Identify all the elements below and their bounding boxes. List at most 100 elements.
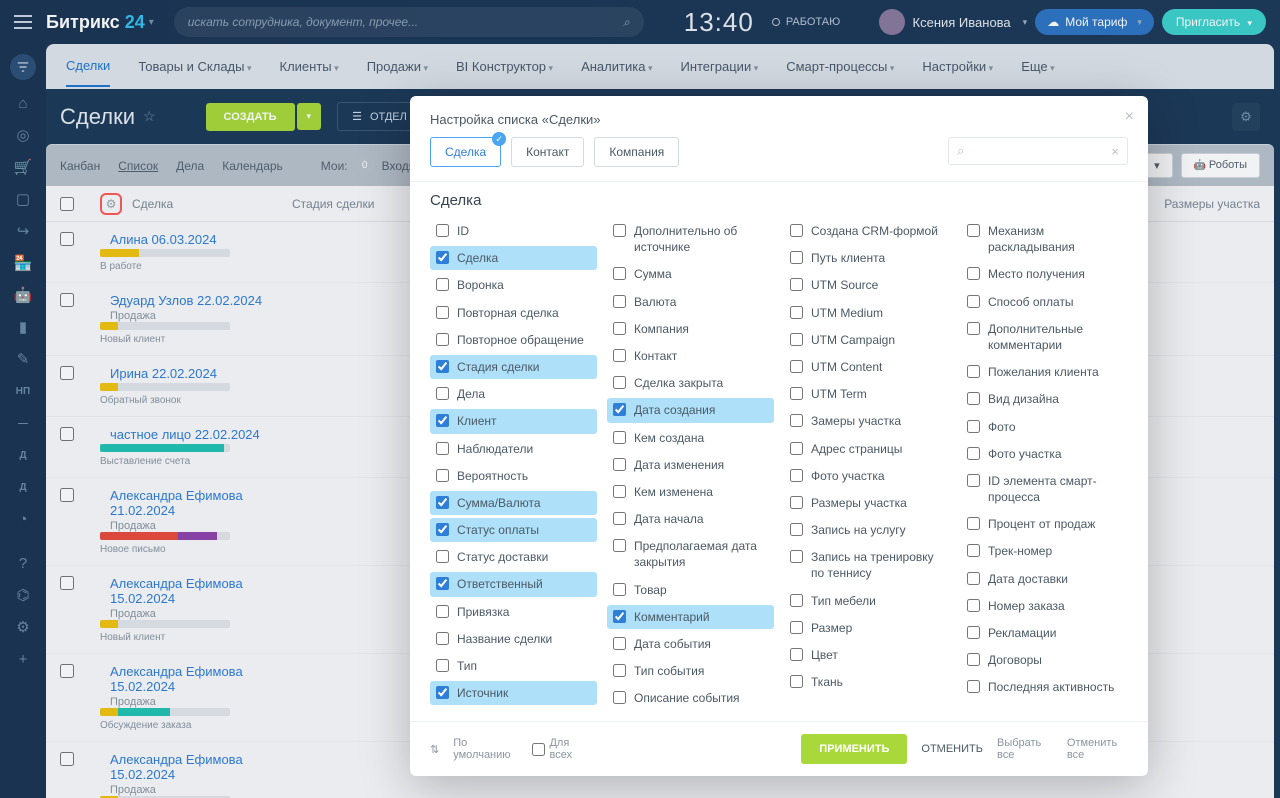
field-option[interactable]: Вероятность: [430, 464, 597, 488]
field-option[interactable]: Создана CRM-формой: [784, 219, 951, 243]
field-checkbox[interactable]: [436, 686, 449, 699]
field-checkbox[interactable]: [967, 392, 980, 405]
field-option[interactable]: Дополнительно об источнике: [607, 219, 774, 259]
field-option[interactable]: Привязка: [430, 600, 597, 624]
field-option[interactable]: Запись на услугу: [784, 518, 951, 542]
field-option[interactable]: Тип события: [607, 659, 774, 683]
field-option[interactable]: Кем изменена: [607, 480, 774, 504]
field-option[interactable]: ID: [430, 219, 597, 243]
field-checkbox[interactable]: [613, 349, 626, 362]
field-option[interactable]: Товар: [607, 578, 774, 602]
apply-button[interactable]: ПРИМЕНИТЬ: [801, 734, 907, 764]
field-checkbox[interactable]: [967, 544, 980, 557]
field-checkbox[interactable]: [967, 365, 980, 378]
field-checkbox[interactable]: [790, 387, 803, 400]
field-option[interactable]: Статус оплаты: [430, 518, 597, 542]
field-option[interactable]: Ответственный: [430, 572, 597, 596]
field-checkbox[interactable]: [790, 442, 803, 455]
field-checkbox[interactable]: [436, 550, 449, 563]
clear-icon[interactable]: ×: [1111, 144, 1119, 159]
field-option[interactable]: Трек-номер: [961, 539, 1128, 563]
field-option[interactable]: Повторная сделка: [430, 301, 597, 325]
field-checkbox[interactable]: [790, 621, 803, 634]
field-option[interactable]: Замеры участка: [784, 409, 951, 433]
field-checkbox[interactable]: [436, 659, 449, 672]
select-all-link[interactable]: Выбрать все: [997, 737, 1053, 761]
field-checkbox[interactable]: [967, 420, 980, 433]
field-option[interactable]: Фото участка: [784, 464, 951, 488]
field-checkbox[interactable]: [436, 523, 449, 536]
field-option[interactable]: Способ оплаты: [961, 290, 1128, 314]
field-checkbox[interactable]: [967, 517, 980, 530]
field-checkbox[interactable]: [790, 224, 803, 237]
field-option[interactable]: Кем создана: [607, 426, 774, 450]
field-checkbox[interactable]: [790, 251, 803, 264]
field-option[interactable]: Источник: [430, 681, 597, 705]
default-link[interactable]: По умолчанию: [453, 737, 518, 761]
field-option[interactable]: Повторное обращение: [430, 328, 597, 352]
field-checkbox[interactable]: [613, 295, 626, 308]
field-option[interactable]: Дела: [430, 382, 597, 406]
field-checkbox[interactable]: [436, 442, 449, 455]
field-checkbox[interactable]: [436, 306, 449, 319]
field-checkbox[interactable]: [613, 512, 626, 525]
field-checkbox[interactable]: [790, 306, 803, 319]
field-option[interactable]: Сделка закрыта: [607, 371, 774, 395]
modal-tab[interactable]: Контакт: [511, 137, 584, 167]
field-checkbox[interactable]: [436, 224, 449, 237]
field-checkbox[interactable]: [436, 414, 449, 427]
field-option[interactable]: UTM Source: [784, 273, 951, 297]
field-checkbox[interactable]: [790, 333, 803, 346]
field-option[interactable]: Размер: [784, 616, 951, 640]
field-checkbox[interactable]: [790, 523, 803, 536]
field-option[interactable]: Цвет: [784, 643, 951, 667]
field-checkbox[interactable]: [790, 360, 803, 373]
field-checkbox[interactable]: [967, 474, 980, 487]
field-option[interactable]: Компания: [607, 317, 774, 341]
field-checkbox[interactable]: [613, 583, 626, 596]
field-checkbox[interactable]: [967, 626, 980, 639]
modal-search[interactable]: ⌕×: [948, 137, 1128, 165]
field-checkbox[interactable]: [613, 610, 626, 623]
field-checkbox[interactable]: [790, 675, 803, 688]
field-option[interactable]: Валюта: [607, 290, 774, 314]
field-checkbox[interactable]: [967, 680, 980, 693]
field-option[interactable]: Сумма/Валюта: [430, 491, 597, 515]
field-checkbox[interactable]: [790, 550, 803, 563]
field-checkbox[interactable]: [613, 322, 626, 335]
field-option[interactable]: Процент от продаж: [961, 512, 1128, 536]
field-checkbox[interactable]: [613, 431, 626, 444]
field-option[interactable]: Дата доставки: [961, 567, 1128, 591]
field-checkbox[interactable]: [613, 637, 626, 650]
field-option[interactable]: Дополнительные комментарии: [961, 317, 1128, 357]
field-option[interactable]: Сумма: [607, 262, 774, 286]
field-checkbox[interactable]: [967, 295, 980, 308]
cancel-button[interactable]: ОТМЕНИТЬ: [921, 743, 983, 755]
field-option[interactable]: Запись на тренировку по теннису: [784, 545, 951, 585]
field-checkbox[interactable]: [790, 496, 803, 509]
field-checkbox[interactable]: [613, 224, 626, 237]
field-option[interactable]: Путь клиента: [784, 246, 951, 270]
field-checkbox[interactable]: [790, 648, 803, 661]
field-option[interactable]: Адрес страницы: [784, 437, 951, 461]
field-checkbox[interactable]: [613, 664, 626, 677]
field-option[interactable]: Предполагаемая дата закрытия: [607, 534, 774, 574]
field-option[interactable]: Название сделки: [430, 627, 597, 651]
modal-tab[interactable]: Компания: [594, 137, 679, 167]
close-icon[interactable]: ×: [1125, 108, 1134, 126]
field-option[interactable]: Стадия сделки: [430, 355, 597, 379]
field-checkbox[interactable]: [436, 605, 449, 618]
field-option[interactable]: Контакт: [607, 344, 774, 368]
field-checkbox[interactable]: [967, 322, 980, 335]
field-option[interactable]: Наблюдатели: [430, 437, 597, 461]
field-option[interactable]: UTM Medium: [784, 301, 951, 325]
field-option[interactable]: Описание события: [607, 686, 774, 710]
field-checkbox[interactable]: [436, 251, 449, 264]
field-checkbox[interactable]: [436, 387, 449, 400]
field-option[interactable]: ID элемента смарт-процесса: [961, 469, 1128, 509]
field-option[interactable]: Пожелания клиента: [961, 360, 1128, 384]
field-option[interactable]: Фото участка: [961, 442, 1128, 466]
field-option[interactable]: Вид дизайна: [961, 387, 1128, 411]
field-option[interactable]: Размеры участка: [784, 491, 951, 515]
field-option[interactable]: Фото: [961, 415, 1128, 439]
